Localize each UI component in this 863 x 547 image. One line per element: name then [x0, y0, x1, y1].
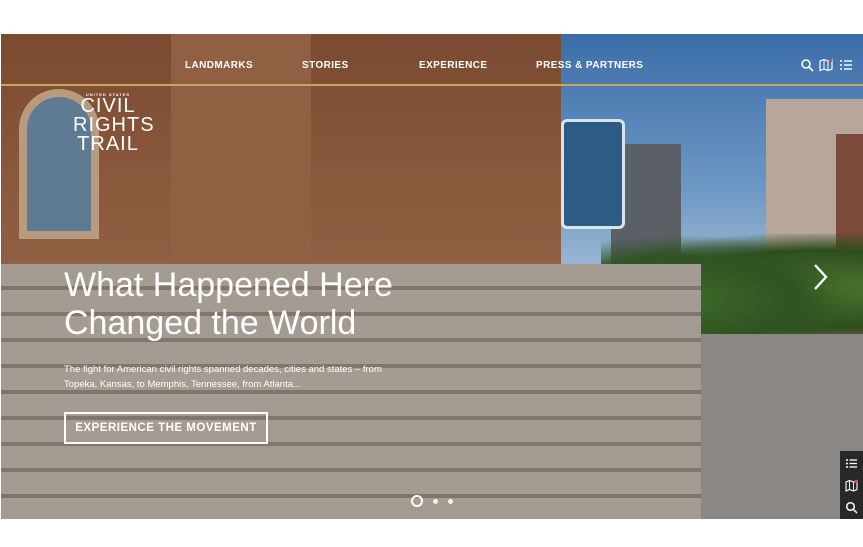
map-icon[interactable] — [845, 479, 858, 492]
page-top-margin — [0, 0, 863, 34]
nav-link-experience[interactable]: EXPERIENCE — [419, 60, 487, 71]
nav-divider — [1, 84, 863, 86]
hero-church-sign — [561, 119, 625, 229]
main-navigation: LANDMARKS STORIES EXPERIENCE PRESS & PAR… — [1, 34, 863, 86]
carousel-dot-1[interactable] — [411, 495, 423, 507]
floating-toolbar — [840, 451, 863, 519]
carousel-next-arrow-icon[interactable] — [809, 262, 831, 292]
hero-description: The fight for American civil rights span… — [64, 364, 382, 390]
experience-the-movement-button[interactable]: EXPERIENCE THE MOVEMENT — [64, 412, 268, 444]
site-logo[interactable]: UNITED STATES CIVIL RIGHTS TRAIL — [73, 92, 154, 155]
search-icon[interactable] — [845, 501, 858, 514]
carousel-dot-2[interactable] — [433, 498, 438, 504]
carousel-dot-3[interactable] — [448, 498, 453, 504]
hero-banner: LANDMARKS STORIES EXPERIENCE PRESS & PAR… — [1, 34, 863, 519]
nav-link-press-partners[interactable]: PRESS & PARTNERS — [536, 60, 643, 71]
list-icon[interactable] — [839, 58, 853, 72]
map-icon[interactable] — [819, 58, 833, 72]
nav-link-landmarks[interactable]: LANDMARKS — [185, 60, 253, 71]
logo-word-trail: TRAIL — [77, 133, 139, 155]
search-icon[interactable] — [800, 58, 814, 72]
hero-headline-line-2: Changed the World — [64, 304, 357, 342]
page-bottom-margin — [0, 519, 863, 547]
list-icon[interactable] — [845, 457, 858, 470]
hero-headline-line-1: What Happened Here — [64, 266, 393, 304]
hero-headline: What Happened Here Changed the World — [64, 266, 484, 342]
carousel-pagination — [411, 494, 453, 508]
nav-link-stories[interactable]: STORIES — [302, 60, 349, 71]
